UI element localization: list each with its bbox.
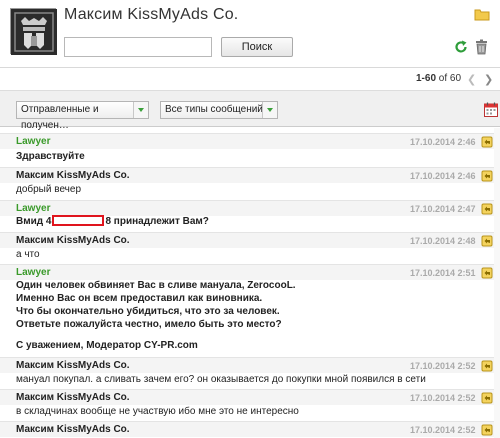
message-body: Здравствуйте <box>16 151 85 162</box>
reply-icon[interactable] <box>481 136 493 148</box>
search-button[interactable]: Поиск <box>221 37 293 57</box>
reply-icon[interactable] <box>481 424 493 436</box>
message-body: а что <box>16 249 40 260</box>
search-input[interactable] <box>64 37 212 57</box>
chevron-down-icon[interactable] <box>133 102 148 118</box>
avatar-image <box>11 9 57 55</box>
message-body: Вмид 4 8 принадлежит Вам? <box>16 215 209 229</box>
message-body-line: Именно Вас он всем предоставил как винов… <box>16 293 263 304</box>
message-header[interactable]: Максим KissMyAds Co. 17.10.2014 2:52 <box>0 389 500 405</box>
message-header[interactable]: Lawyer 17.10.2014 2:51 <box>0 264 500 280</box>
message-header[interactable]: Максим KissMyAds Co. 17.10.2014 2:48 <box>0 232 500 248</box>
message-body-line: Ответьте пожалуйста честно, имело быть э… <box>16 319 282 330</box>
pagination-total: 60 <box>449 73 462 84</box>
message-text-before: Вмид 4 <box>16 216 52 227</box>
pagination-of: of <box>438 73 448 84</box>
message-sender: Максим KissMyAds Co. <box>16 360 130 371</box>
pagination-range: 1-60 <box>416 73 437 84</box>
message-body: в складчинах вообще не участвую ибо мне … <box>16 406 299 417</box>
message-body: мануал покупал. а сливать зачем его? он … <box>16 374 426 385</box>
direction-filter-value: Отправленные и получен… <box>21 104 99 131</box>
message-date: 17.10.2014 2:47 <box>410 204 476 214</box>
reply-icon[interactable] <box>481 267 493 279</box>
direction-filter-select[interactable]: Отправленные и получен… <box>16 101 149 131</box>
type-filter-select[interactable]: Все типы сообщений <box>160 101 278 119</box>
reply-icon[interactable] <box>481 203 493 215</box>
message-date: 17.10.2014 2:46 <box>410 171 476 181</box>
reply-icon[interactable] <box>481 392 493 404</box>
next-page-icon[interactable]: ❯ <box>484 73 494 86</box>
scrollbar[interactable] <box>494 128 500 438</box>
message-sender: Максим KissMyAds Co. <box>16 235 130 246</box>
message-sender: Lawyer <box>16 203 51 214</box>
redaction-box <box>52 215 105 226</box>
message-header[interactable]: Максим KissMyAds Co. 17.10.2014 2:52 <box>0 421 500 437</box>
message-body-line: Один человек обвиняет Вас в сливе мануал… <box>16 280 296 291</box>
reply-icon[interactable] <box>481 235 493 247</box>
message-sender: Максим KissMyAds Co. <box>16 392 130 403</box>
refresh-icon[interactable] <box>454 40 468 54</box>
type-filter-value: Все типы сообщений <box>165 104 263 115</box>
conversation-header: Максим KissMyAds Co. Поиск <box>0 0 500 68</box>
message-sender: Максим KissMyAds Co. <box>16 170 130 181</box>
message-date: 17.10.2014 2:52 <box>410 425 476 435</box>
message-text-after: 8 принадлежит Вам? <box>105 216 209 227</box>
message-body-line: Что бы окончательно убидиться, что это з… <box>16 306 280 317</box>
message-header[interactable]: Lawyer 17.10.2014 2:46 <box>0 133 500 149</box>
calendar-icon[interactable] <box>484 102 498 117</box>
message-header[interactable]: Максим KissMyAds Co. 17.10.2014 2:52 <box>0 357 500 373</box>
message-sender: Lawyer <box>16 267 51 278</box>
reply-icon[interactable] <box>481 170 493 182</box>
prev-page-icon[interactable]: ❮ <box>467 73 477 86</box>
reply-icon[interactable] <box>481 360 493 372</box>
message-date: 17.10.2014 2:51 <box>410 268 476 278</box>
avatar[interactable] <box>10 8 57 55</box>
message-header[interactable]: Максим KissMyAds Co. 17.10.2014 2:46 <box>0 167 500 183</box>
message-sender: Lawyer <box>16 136 51 147</box>
filter-bar: Отправленные и получен… Все типы сообщен… <box>0 90 500 131</box>
page-title: Максим KissMyAds Co. <box>64 6 239 23</box>
message-body: добрый вечер <box>16 184 81 195</box>
message-signature: С уважением, Модератор CY-PR.com <box>16 340 198 351</box>
message-date: 17.10.2014 2:48 <box>410 236 476 246</box>
message-header[interactable]: Lawyer 17.10.2014 2:47 <box>0 200 500 216</box>
message-date: 17.10.2014 2:46 <box>410 137 476 147</box>
message-sender: Максим KissMyAds Co. <box>16 424 130 435</box>
message-date: 17.10.2014 2:52 <box>410 361 476 371</box>
message-list: Lawyer 17.10.2014 2:46 Здравствуйте Макс… <box>0 128 500 438</box>
message-date: 17.10.2014 2:52 <box>410 393 476 403</box>
folder-icon[interactable] <box>474 7 490 21</box>
trash-icon[interactable] <box>475 39 488 55</box>
chevron-down-icon[interactable] <box>262 102 277 118</box>
pagination: 1-60 of 60 ❮ ❯ <box>0 69 500 89</box>
pagination-label: 1-60 of 60 <box>416 73 461 84</box>
